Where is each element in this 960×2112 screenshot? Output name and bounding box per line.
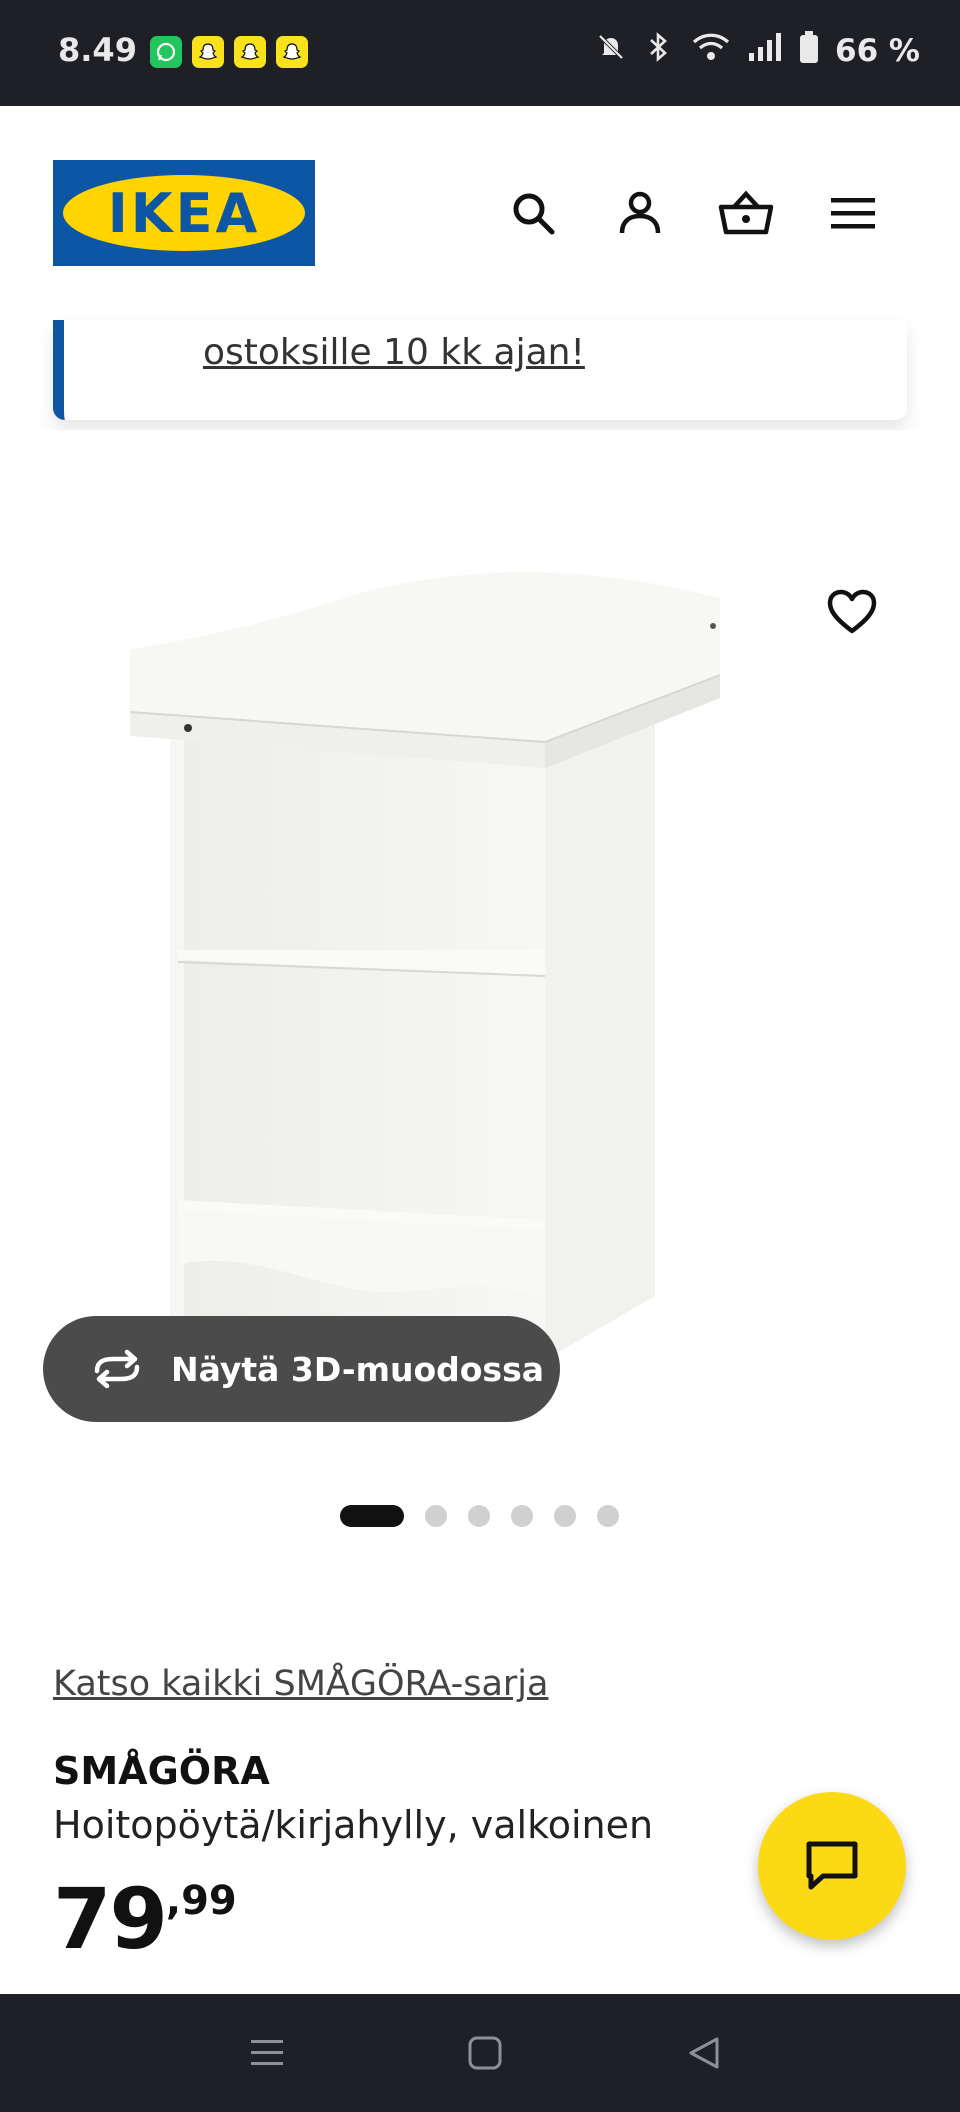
status-bar: 8.49 66 %	[0, 0, 960, 106]
menu-icon[interactable]	[823, 183, 883, 243]
logo-oval: IKEA	[63, 175, 305, 251]
chat-button[interactable]	[758, 1792, 906, 1940]
recent-apps-icon[interactable]	[244, 2030, 290, 2076]
carousel-dot-active[interactable]	[340, 1505, 404, 1527]
status-right: 66 %	[595, 30, 920, 72]
account-icon[interactable]	[610, 183, 670, 243]
signal-icon	[747, 31, 783, 71]
price-main: 79	[53, 1870, 168, 1968]
carousel-dot[interactable]	[425, 1505, 447, 1527]
snapchat-icon	[276, 36, 308, 68]
status-time: 8.49	[58, 31, 137, 69]
promo-banner: ostoksille 10 kk ajan!	[53, 320, 907, 420]
home-icon[interactable]	[462, 2030, 508, 2076]
price-cents: ,99	[165, 1878, 237, 1924]
carousel-dot[interactable]	[511, 1505, 533, 1527]
carousel-dot[interactable]	[468, 1505, 490, 1527]
snapchat-icon	[192, 36, 224, 68]
product-description: Hoitopöytä/kirjahylly, valkoinen	[53, 1803, 654, 1847]
basket-icon[interactable]	[716, 183, 776, 243]
ikea-logo[interactable]: IKEA	[53, 160, 315, 266]
changing-table-image	[129, 572, 721, 1360]
view-3d-button[interactable]: Näytä 3D-muodossa	[43, 1316, 560, 1422]
chat-icon	[806, 1841, 858, 1890]
rotate-icon	[94, 1349, 140, 1389]
battery-percent: 66 %	[835, 33, 920, 69]
bluetooth-icon	[643, 30, 675, 72]
wifi-icon	[691, 31, 731, 71]
search-icon[interactable]	[503, 183, 563, 243]
product-price: 79,99	[53, 1870, 237, 1968]
product-name: SMÅGÖRA	[53, 1749, 270, 1793]
snapchat-icon	[234, 36, 266, 68]
carousel-dot[interactable]	[554, 1505, 576, 1527]
promo-link[interactable]: ostoksille 10 kk ajan!	[203, 332, 585, 373]
logo-text: IKEA	[107, 181, 261, 245]
carousel-indicator	[340, 1505, 619, 1527]
view-3d-label: Näytä 3D-muodossa	[171, 1349, 544, 1389]
carousel-dot[interactable]	[597, 1505, 619, 1527]
product-image[interactable]	[0, 430, 960, 1460]
whatsapp-icon	[150, 36, 182, 68]
series-link[interactable]: Katso kaikki SMÅGÖRA-sarja	[53, 1664, 548, 1704]
battery-icon	[799, 30, 819, 72]
heart-icon[interactable]	[824, 584, 880, 640]
notification-icons	[150, 36, 308, 68]
back-icon[interactable]	[680, 2030, 726, 2076]
system-nav-bar	[0, 1994, 960, 2112]
mute-icon	[595, 31, 627, 71]
